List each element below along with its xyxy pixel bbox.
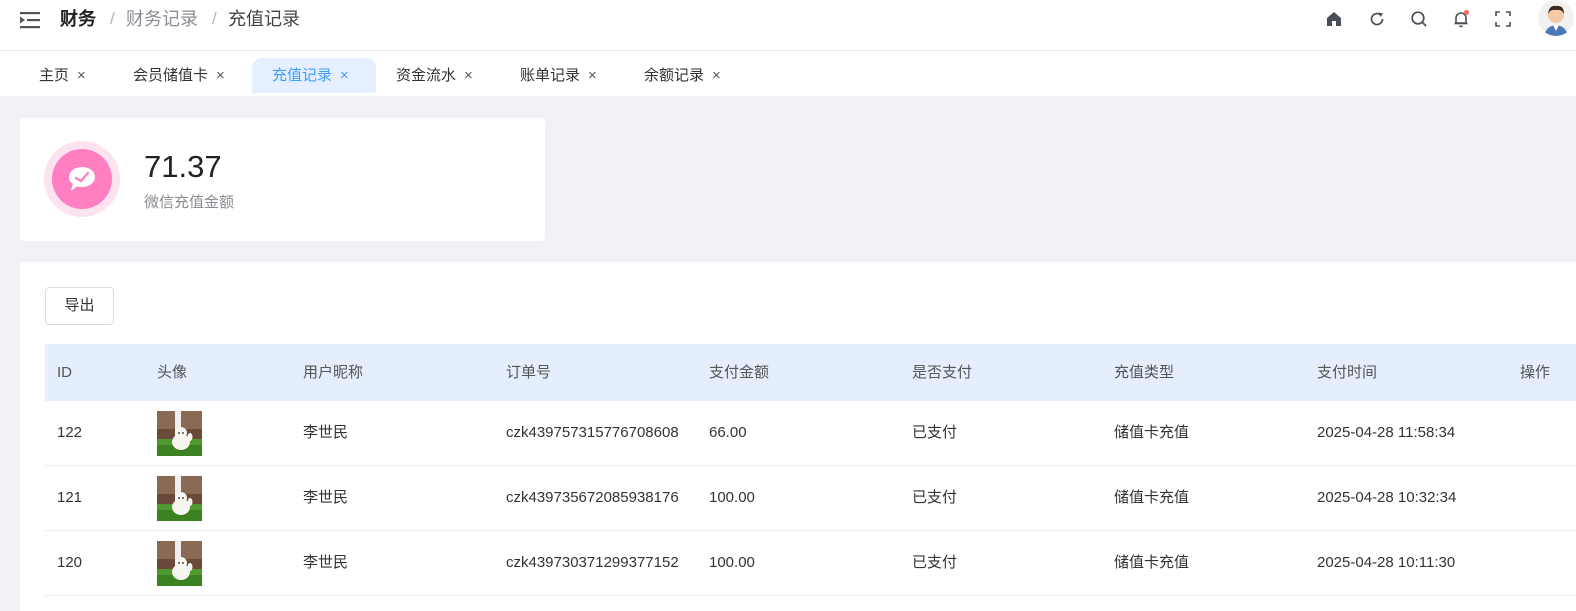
column-header-amount[interactable]: 支付金额 xyxy=(709,344,769,401)
wechat-recharge-stat-card: 71.37 微信充值金额 xyxy=(20,118,545,241)
top-header: 财务 / 财务记录 / 充值记录 xyxy=(0,0,1576,51)
cell-id: 122 xyxy=(57,424,83,441)
tab-label: 会员储值卡 xyxy=(133,67,209,84)
tab-label: 充值记录 xyxy=(272,67,333,84)
breadcrumb-current: 充值记录 xyxy=(228,9,300,29)
user-avatar-thumbnail[interactable] xyxy=(157,411,202,456)
cell-type: 储值卡充值 xyxy=(1114,489,1190,506)
stat-icon-circle xyxy=(52,149,112,209)
cell-id: 120 xyxy=(57,554,83,571)
tab-bar-divider xyxy=(0,96,1576,99)
cell-nickname: 李世民 xyxy=(303,489,349,506)
export-button[interactable]: 导出 xyxy=(45,287,114,325)
home-icon[interactable] xyxy=(1325,10,1343,28)
cell-time: 2025-04-28 10:11:30 xyxy=(1317,554,1456,571)
cell-order-no: czk439730371299377152 xyxy=(506,554,679,571)
cell-paid: 已支付 xyxy=(912,489,958,506)
tab-label: 余额记录 xyxy=(644,67,705,84)
cell-paid: 已支付 xyxy=(912,554,958,571)
column-header-actions[interactable]: 操作 xyxy=(1520,344,1550,401)
table-header: ID 头像 用户昵称 订单号 支付金额 是否支付 充值类型 支付时间 操作 xyxy=(45,344,1576,401)
breadcrumb-separator: / xyxy=(110,9,115,28)
table-row[interactable]: 122 李世民 czk439757315776708608 66.00 已支付 … xyxy=(45,401,1576,466)
user-avatar[interactable] xyxy=(1538,0,1574,36)
breadcrumb-root[interactable]: 财务 xyxy=(60,8,96,30)
user-avatar-thumbnail[interactable] xyxy=(157,476,202,521)
cell-time: 2025-04-28 11:58:34 xyxy=(1317,424,1456,441)
cell-nickname: 李世民 xyxy=(303,554,349,571)
search-icon[interactable] xyxy=(1410,10,1428,28)
fullscreen-icon[interactable] xyxy=(1494,10,1512,28)
tab-label: 账单记录 xyxy=(520,67,581,84)
breadcrumb-level2[interactable]: 财务记录 xyxy=(126,8,198,30)
tab-member-card[interactable]: 会员储值卡 × xyxy=(113,58,245,93)
tab-label: 主页 xyxy=(39,67,70,84)
tab-label: 资金流水 xyxy=(396,67,457,84)
column-header-paid[interactable]: 是否支付 xyxy=(912,344,972,401)
column-header-avatar[interactable]: 头像 xyxy=(157,344,187,401)
stat-icon-ring xyxy=(44,141,120,217)
tab-bill-records[interactable]: 账单记录 × xyxy=(500,58,617,93)
column-header-order-no[interactable]: 订单号 xyxy=(506,344,551,401)
cell-type: 储值卡充值 xyxy=(1114,424,1190,441)
close-icon[interactable]: × xyxy=(464,58,473,93)
column-header-time[interactable]: 支付时间 xyxy=(1317,344,1377,401)
recharge-table-card: 导出 ID 头像 用户昵称 订单号 支付金额 是否支付 充值类型 支付时间 操作… xyxy=(20,262,1576,611)
bell-icon[interactable] xyxy=(1452,10,1470,28)
close-icon[interactable]: × xyxy=(712,58,721,93)
cell-id: 121 xyxy=(57,489,83,506)
stat-value: 71.37 xyxy=(144,149,222,184)
close-icon[interactable]: × xyxy=(588,58,597,93)
breadcrumb-separator: / xyxy=(212,9,217,28)
cell-amount: 100.00 xyxy=(709,489,755,506)
wechat-chat-icon xyxy=(69,167,95,191)
cell-nickname: 李世民 xyxy=(303,424,349,441)
close-icon[interactable]: × xyxy=(340,58,349,93)
cell-type: 储值卡充值 xyxy=(1114,554,1190,571)
tab-recharge-records[interactable]: 充值记录 × xyxy=(252,58,376,93)
column-header-nickname[interactable]: 用户昵称 xyxy=(303,344,363,401)
cell-order-no: czk439757315776708608 xyxy=(506,424,679,441)
cell-time: 2025-04-28 10:32:34 xyxy=(1317,489,1457,506)
notification-dot xyxy=(1463,10,1470,16)
refresh-icon[interactable] xyxy=(1368,10,1386,28)
column-header-id[interactable]: ID xyxy=(57,344,72,401)
user-avatar-thumbnail[interactable] xyxy=(157,541,202,586)
column-header-type[interactable]: 充值类型 xyxy=(1114,344,1174,401)
close-icon[interactable]: × xyxy=(216,58,225,93)
tab-bar: 主页 × 会员储值卡 × 充值记录 × 资金流水 × 账单记录 × 余额记录 × xyxy=(0,51,1576,97)
tab-fund-flow[interactable]: 资金流水 × xyxy=(376,58,493,93)
cell-amount: 66.00 xyxy=(709,424,747,441)
cell-paid: 已支付 xyxy=(912,424,958,441)
tab-balance-records[interactable]: 余额记录 × xyxy=(624,58,741,93)
cell-amount: 100.00 xyxy=(709,554,755,571)
menu-fold-icon[interactable] xyxy=(20,11,40,29)
cell-order-no: czk439735672085938176 xyxy=(506,489,679,506)
stat-label: 微信充值金额 xyxy=(144,194,235,211)
tab-home[interactable]: 主页 × xyxy=(19,58,106,93)
close-icon[interactable]: × xyxy=(77,58,86,93)
table-row[interactable]: 121 李世民 czk439735672085938176 100.00 已支付… xyxy=(45,466,1576,531)
table-row[interactable]: 120 李世民 czk439730371299377152 100.00 已支付… xyxy=(45,531,1576,596)
